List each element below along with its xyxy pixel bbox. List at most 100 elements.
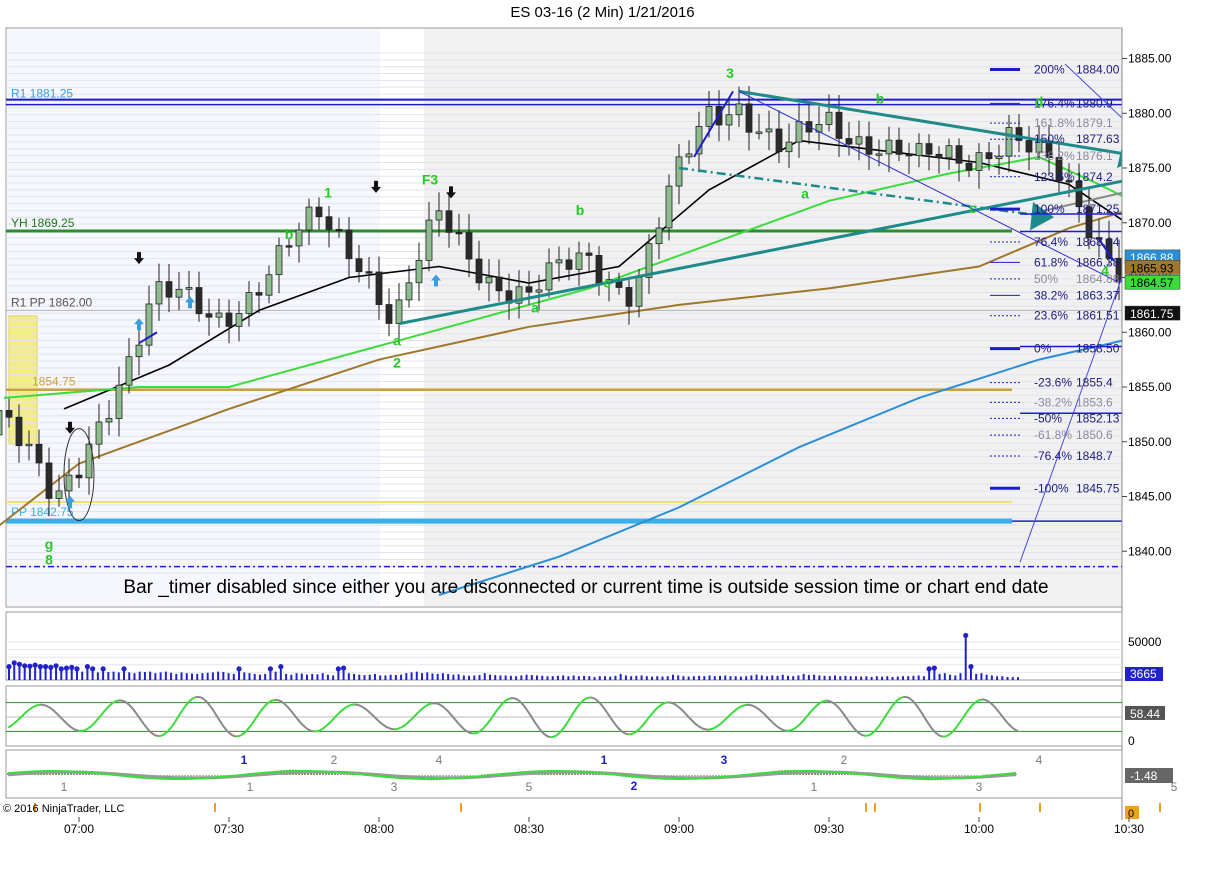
volume-dot — [48, 664, 54, 670]
volume-dot — [90, 666, 96, 672]
volume-dot — [58, 666, 64, 672]
candle-body — [105, 418, 113, 423]
fib-price: 1868.24 — [1076, 235, 1120, 249]
momentum-label: 1 — [601, 753, 608, 767]
event-marker — [1159, 803, 1161, 812]
candle-body — [495, 276, 503, 292]
candle-body — [935, 153, 943, 159]
candle-body — [345, 229, 353, 260]
fib-pct: -61.8% — [1034, 428, 1072, 442]
volume-dot — [6, 664, 12, 670]
candle-body — [485, 276, 493, 284]
candle-body — [745, 103, 753, 133]
fib-pct: 138.2% — [1034, 149, 1075, 163]
candle-body — [575, 252, 583, 270]
candle-body — [385, 304, 393, 324]
candle-body — [925, 143, 933, 155]
event-marker — [874, 803, 876, 812]
candle-body — [685, 153, 693, 158]
candle-body — [945, 145, 953, 159]
fib-pct: 123.6% — [1034, 170, 1075, 184]
volume-dot — [121, 666, 127, 672]
candle-body — [155, 281, 163, 305]
candle-body — [185, 287, 193, 290]
fib-price: 1877.63 — [1076, 132, 1120, 146]
candle-body — [775, 128, 783, 153]
candle-body — [845, 138, 853, 145]
candle-body — [15, 416, 23, 447]
candle-body — [75, 474, 83, 479]
volume-badge-label: 3665 — [1130, 667, 1157, 681]
time-tick-label: 07:00 — [64, 822, 94, 836]
candle-body — [725, 114, 733, 126]
fib-price: 1861.51 — [1076, 309, 1120, 323]
fib-pct: -76.4% — [1034, 449, 1072, 463]
volume-dot — [926, 666, 932, 672]
momentum-label: 1 — [241, 753, 248, 767]
candle-body — [405, 282, 413, 301]
candle-body — [965, 162, 973, 171]
level-label: 1854.75 — [32, 375, 76, 389]
wave-label: F3 — [422, 171, 439, 187]
candle-body — [755, 131, 763, 134]
wave-label: 3 — [726, 65, 734, 81]
candle-body — [135, 344, 143, 358]
candle-body — [435, 210, 443, 221]
candle-body — [995, 155, 1003, 160]
candle-body — [245, 292, 253, 314]
candle-body — [735, 103, 743, 116]
price-badge-label: 1861.75 — [1130, 307, 1174, 321]
fib-price: 1864.88 — [1076, 272, 1120, 286]
chart-canvas[interactable]: R1 1881.25 YH 1869.25 R1 PP 1862.00 1854.75… — [0, 0, 1205, 871]
candle-body — [395, 299, 403, 324]
price-axis[interactable]: 1885.001880.001875.001870.001865.001860.… — [1121, 28, 1205, 820]
fib-price: 1858.50 — [1076, 342, 1120, 356]
candle-body — [285, 245, 293, 248]
fib-price: 1855.4 — [1076, 376, 1113, 390]
axis-tick-label: 1845.00 — [1128, 490, 1172, 504]
fib-pct: -50% — [1034, 411, 1062, 425]
momentum-label: 2 — [331, 753, 338, 767]
candle-body — [25, 443, 33, 447]
fib-price: 1848.7 — [1076, 449, 1113, 463]
candle-body — [535, 289, 543, 293]
volume-dot — [267, 666, 273, 672]
candle-body — [595, 255, 603, 284]
momentum-badge-label: -1.48 — [1130, 769, 1158, 783]
event-marker — [979, 803, 981, 812]
fib-price: 1874.2 — [1076, 170, 1113, 184]
fib-pct: 161.8% — [1034, 116, 1075, 130]
time-axis[interactable]: 07:00 07:30 08:00 08:30 09:00 09:30 10:00 10:30… — [34, 803, 1205, 836]
momentum-label: 4 — [436, 753, 443, 767]
candle-body — [55, 490, 63, 499]
event-marker — [865, 803, 867, 812]
candle-body — [95, 421, 103, 445]
candle-body — [875, 153, 883, 156]
candle-body — [665, 185, 673, 229]
fib-pct: 61.8% — [1034, 255, 1068, 269]
time-tick-label: 09:30 — [814, 822, 844, 836]
candle-body — [465, 232, 473, 260]
fib-pct: -38.2% — [1034, 395, 1072, 409]
wave-label: b — [876, 90, 885, 106]
event-marker — [460, 803, 462, 812]
volume-dot — [963, 632, 969, 639]
axis-tick-label: 1875.00 — [1128, 161, 1172, 175]
level-label: R1 1881.25 — [11, 87, 73, 101]
volume-dot — [74, 666, 80, 672]
momentum-label: 2 — [631, 779, 638, 793]
level-label: R1 PP 1862.00 — [11, 295, 93, 309]
event-marker — [1039, 803, 1041, 812]
candle-body — [865, 136, 873, 155]
volume-dot — [236, 666, 242, 672]
candle-body — [0, 410, 3, 436]
volume-dot — [53, 663, 59, 669]
candle-body — [765, 128, 773, 133]
candle-body — [5, 410, 13, 418]
volume-dot — [100, 666, 106, 672]
volume-dot — [11, 660, 17, 666]
candle-body — [265, 274, 273, 296]
candle-body — [45, 462, 53, 499]
time-tick-label: 10:00 — [964, 822, 994, 836]
bar-timer-notice: Bar _timer disabled since either you are… — [123, 577, 1048, 598]
